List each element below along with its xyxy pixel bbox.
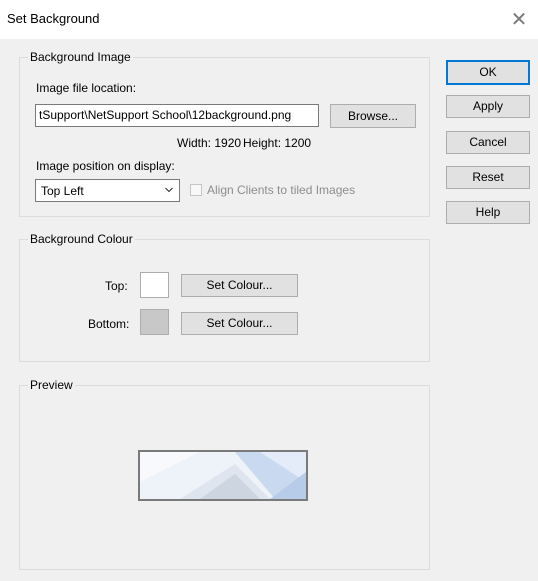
image-height-text: Height: 1200 — [243, 136, 312, 150]
set-background-dialog: Set Background ✕ Background Image Image … — [0, 0, 538, 581]
background-image-group-label: Background Image — [28, 50, 133, 64]
set-bottom-colour-button[interactable]: Set Colour... — [181, 312, 298, 335]
background-colour-group: Background Colour — [19, 232, 430, 362]
background-colour-group-label: Background Colour — [28, 232, 135, 246]
image-position-dropdown[interactable]: Top Left — [35, 179, 180, 202]
preview-image — [138, 450, 308, 501]
window-title: Set Background — [7, 11, 100, 26]
image-width-text: Width: 1920 — [177, 136, 242, 150]
image-file-location-field[interactable]: tSupport\NetSupport School\12background.… — [35, 104, 319, 127]
image-position-value: Top Left — [41, 184, 84, 198]
ok-button[interactable]: OK — [446, 60, 530, 85]
preview-group-label: Preview — [28, 378, 75, 392]
cancel-button[interactable]: Cancel — [446, 131, 530, 154]
reset-button[interactable]: Reset — [446, 166, 530, 189]
browse-button[interactable]: Browse... — [330, 104, 416, 128]
help-button[interactable]: Help — [446, 201, 530, 224]
image-position-label: Image position on display: — [36, 159, 175, 173]
bottom-colour-label: Bottom: — [88, 317, 130, 331]
bottom-colour-swatch — [140, 309, 169, 335]
top-colour-label: Top: — [105, 279, 128, 293]
top-colour-swatch — [140, 272, 169, 298]
align-clients-checkbox[interactable] — [190, 184, 202, 196]
apply-button[interactable]: Apply — [446, 95, 530, 118]
close-icon[interactable]: ✕ — [508, 9, 530, 31]
title-bar: Set Background ✕ — [0, 1, 538, 39]
set-top-colour-button[interactable]: Set Colour... — [181, 274, 298, 297]
preview-graphic — [140, 452, 306, 499]
align-clients-label: Align Clients to tiled Images — [207, 183, 356, 197]
image-file-location-label: Image file location: — [36, 81, 137, 95]
chevron-down-icon — [165, 187, 173, 193]
